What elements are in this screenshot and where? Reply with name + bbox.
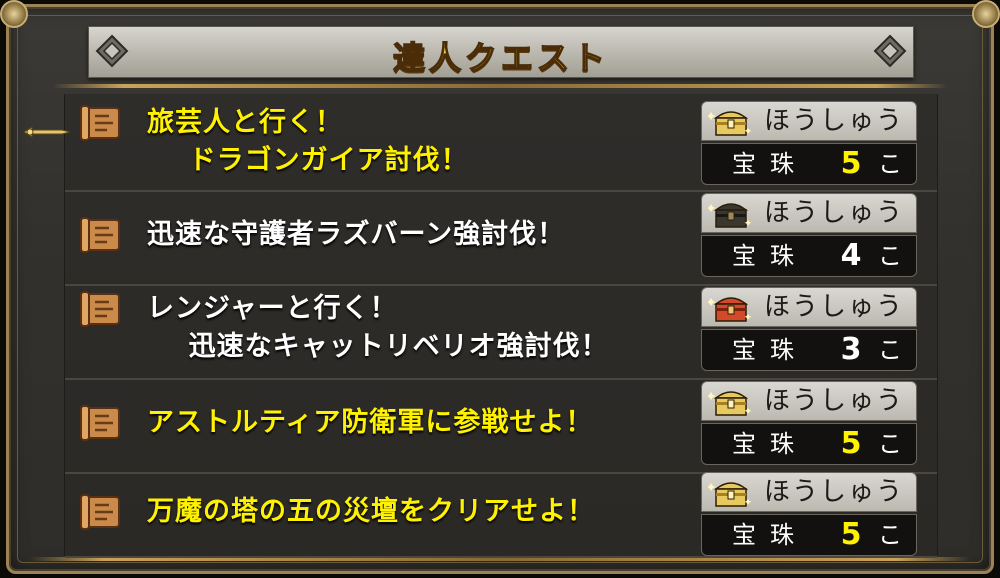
reward-box: ほうしゅう宝珠 5 こ: [701, 472, 917, 556]
quest-scroll-icon: [80, 217, 120, 253]
reward-item-name: 宝珠: [732, 521, 808, 549]
corner-ornament-icon: [972, 0, 1000, 28]
reward-quantity: 5: [840, 426, 862, 461]
black-chest-icon: [708, 203, 752, 228]
gold-chest-icon: [708, 111, 752, 136]
reward-unit: こ: [878, 521, 902, 549]
reward-header: ほうしゅう: [701, 101, 917, 141]
reward-quantity: 4: [840, 238, 862, 273]
quest-row[interactable]: 万魔の塔の五の災壇をクリアせよ！ ほうしゅう宝珠 5 こ: [65, 472, 937, 558]
reward-unit: こ: [878, 150, 902, 178]
reward-box: ほうしゅう宝珠 3 こ: [701, 287, 917, 371]
reward-quantity: 5: [840, 146, 862, 181]
red-chest-icon: [708, 297, 752, 322]
reward-label: ほうしゅう: [764, 477, 905, 507]
quest-scroll-icon: [80, 291, 120, 327]
reward-box: ほうしゅう宝珠 5 こ: [701, 101, 917, 185]
reward-item-name: 宝珠: [732, 150, 808, 178]
reward-quantity: 3: [840, 332, 862, 367]
reward-header: ほうしゅう: [701, 381, 917, 421]
top-divider: [52, 84, 948, 88]
quest-row[interactable]: 旅芸人と行く！ ドラゴンガイア討伐！ ほうしゅう宝珠 5 こ: [65, 98, 937, 192]
quest-scroll-icon: [80, 105, 120, 141]
reward-header: ほうしゅう: [701, 287, 917, 327]
reward-unit: こ: [878, 336, 902, 364]
reward-item-name: 宝珠: [732, 242, 808, 270]
reward-detail: 宝珠 5 こ: [701, 143, 917, 185]
reward-label: ほうしゅう: [764, 292, 905, 322]
corner-ornament-icon: [0, 0, 28, 28]
quest-scroll-icon: [80, 405, 120, 441]
reward-label: ほうしゅう: [764, 386, 905, 416]
reward-quantity: 5: [840, 517, 862, 552]
quest-row[interactable]: 迅速な守護者ラズバーン強討伐！ ほうしゅう宝珠 4 こ: [65, 190, 937, 286]
reward-item-name: 宝珠: [732, 430, 808, 458]
reward-item-name: 宝珠: [732, 336, 808, 364]
gold-chest-icon: [708, 482, 752, 507]
quest-title: 旅芸人と行く！ ドラゴンガイア討伐！: [147, 107, 469, 176]
reward-header: ほうしゅう: [701, 472, 917, 512]
reward-detail: 宝珠 5 こ: [701, 514, 917, 556]
title-ornament-right-icon: [873, 34, 907, 68]
reward-detail: 宝珠 5 こ: [701, 423, 917, 465]
quest-row[interactable]: アストルティア防衛軍に参戦せよ！ ほうしゅう宝珠 5 こ: [65, 378, 937, 474]
gold-chest-icon: [708, 391, 752, 416]
quest-list: 旅芸人と行く！ ドラゴンガイア討伐！ ほうしゅう 宝珠 5 こ迅速な守護者ラズバーン強討…: [64, 94, 938, 558]
quest-scroll-icon: [80, 494, 120, 530]
quest-title: アストルティア防衛軍に参戦せよ！: [147, 407, 594, 438]
reward-box: ほうしゅう宝珠 4 こ: [701, 193, 917, 277]
reward-label: ほうしゅう: [764, 198, 905, 228]
quest-title: 迅速な守護者ラズバーン強討伐！: [147, 219, 566, 250]
reward-label: ほうしゅう: [764, 106, 905, 136]
title-bar: 達人クエスト: [88, 26, 914, 78]
reward-detail: 宝珠 3 こ: [701, 329, 917, 371]
selection-cursor-icon: [23, 126, 71, 138]
reward-header: ほうしゅう: [701, 193, 917, 233]
page-title: 達人クエスト: [392, 38, 609, 78]
reward-unit: こ: [878, 430, 902, 458]
reward-box: ほうしゅう宝珠 5 こ: [701, 381, 917, 465]
quest-title: 万魔の塔の五の災壇をクリアせよ！: [147, 496, 595, 527]
quest-title: レンジャーと行く！ 迅速なキャットリベリオ強討伐！: [147, 293, 609, 362]
reward-detail: 宝珠 4 こ: [701, 235, 917, 277]
reward-unit: こ: [878, 242, 902, 270]
quest-row[interactable]: レンジャーと行く！ 迅速なキャットリベリオ強討伐！ ほうしゅう宝珠 3 こ: [65, 284, 937, 380]
